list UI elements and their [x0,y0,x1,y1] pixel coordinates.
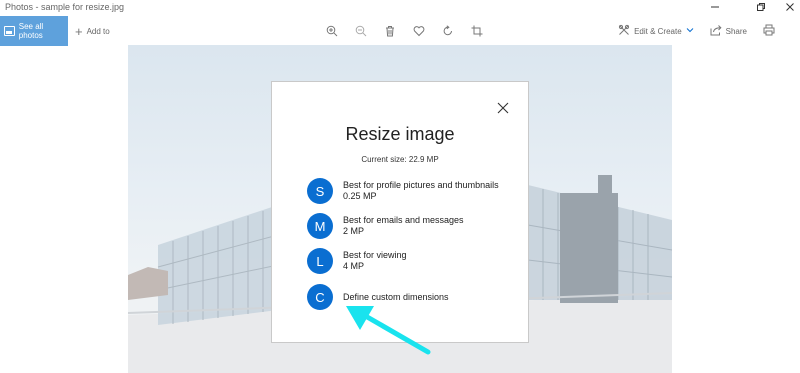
option-large[interactable]: L Best for viewing 4 MP [307,248,407,274]
favorite-icon[interactable] [409,23,428,39]
zoom-in-icon[interactable] [322,23,341,39]
share-label: Share [725,26,747,36]
delete-icon[interactable] [380,23,399,39]
add-to-button[interactable]: + Add to [75,16,110,46]
chevron-down-icon [686,26,694,36]
minimize-icon [710,2,720,15]
share-button[interactable]: Share [710,24,747,38]
option-size: 2 MP [343,226,365,236]
option-small[interactable]: S Best for profile pictures and thumbnai… [307,178,499,204]
zoom-out-icon[interactable] [351,23,370,39]
window-title: Photos - sample for resize.jpg [5,2,125,12]
edit-create-button[interactable]: Edit & Create [618,24,694,38]
option-description: Define custom dimensions [343,291,449,302]
close-icon [785,2,795,15]
option-badge: S [307,178,333,204]
option-badge: M [307,213,333,239]
print-icon [763,24,775,38]
share-icon [710,24,722,38]
rotate-icon[interactable] [438,23,457,39]
option-badge: L [307,248,333,274]
right-toolbar: Edit & Create Share [618,16,775,46]
resize-dialog: Resize image Current size: 22.9 MP S Bes… [271,81,529,343]
title-bar: Photos - sample for resize.jpg [0,0,800,16]
dialog-title: Resize image [345,124,455,144]
restore-button[interactable] [746,0,776,16]
dialog-close-button[interactable] [496,101,510,119]
crop-icon[interactable] [467,23,486,39]
photos-icon [4,26,15,36]
close-icon [497,101,509,119]
option-badge: C [307,284,333,310]
option-description: Best for profile pictures and thumbnails [343,180,499,190]
option-custom[interactable]: C Define custom dimensions [307,284,449,310]
plus-icon: + [75,23,83,39]
restore-icon [756,2,766,15]
see-all-photos-label: See all photos [18,22,44,40]
print-button[interactable] [763,24,775,38]
option-medium[interactable]: M Best for emails and messages 2 MP [307,213,464,239]
edit-create-label: Edit & Create [634,26,682,36]
see-all-photos-button[interactable]: See all photos [0,16,68,46]
view-tools [322,23,486,39]
option-size: 0.25 MP [343,191,377,201]
toolbar: See all photos + Add to Edit & Create Sh… [0,16,800,46]
edit-create-icon [618,24,630,38]
add-to-label: Add to [86,26,110,36]
minimize-button[interactable] [700,0,730,16]
option-size: 4 MP [343,261,365,271]
option-description: Best for viewing [343,250,407,260]
current-size: Current size: 22.9 MP [361,155,439,164]
close-window-button[interactable] [775,0,800,16]
option-description: Best for emails and messages [343,215,464,225]
